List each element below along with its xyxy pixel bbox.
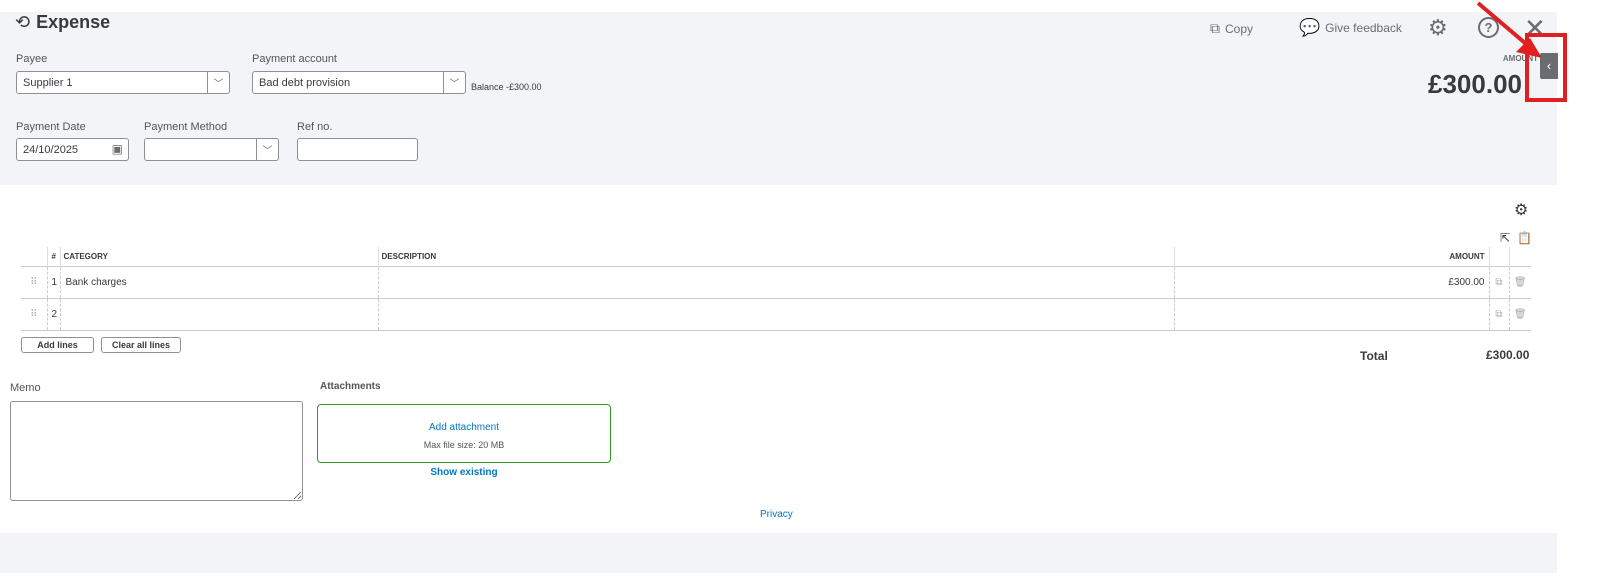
- memo-textarea[interactable]: [10, 401, 303, 501]
- show-existing-link[interactable]: Show existing: [317, 467, 611, 478]
- annotation-arrow-icon: [1476, 1, 1567, 102]
- table-settings-gear-icon[interactable]: ⚙: [1514, 200, 1528, 220]
- payment-account-select[interactable]: Bad debt provision ﹀: [252, 71, 466, 94]
- copy-button[interactable]: ⧉ Copy: [1210, 20, 1253, 37]
- paste-icon[interactable]: 📋: [1517, 231, 1532, 245]
- page-title: ⟲ Expense: [15, 12, 111, 33]
- add-lines-button[interactable]: Add lines: [21, 337, 94, 353]
- chevron-down-icon: ﹀: [207, 72, 229, 93]
- payment-date-label: Payment Date: [16, 121, 86, 133]
- chevron-down-icon: ﹀: [256, 139, 278, 160]
- attachments-label: Attachments: [320, 381, 381, 392]
- col-header-description: DESCRIPTION: [377, 247, 1174, 266]
- col-header-category: CATEGORY: [59, 247, 378, 266]
- drag-handle-icon[interactable]: ⠿: [21, 266, 47, 298]
- payment-account-label: Payment account: [252, 53, 337, 65]
- table-row[interactable]: ⠿ 2 ⧉ 🗑: [21, 298, 1531, 330]
- total-label: Total: [1360, 349, 1388, 363]
- payment-method-select[interactable]: ﹀: [144, 138, 279, 161]
- calendar-icon[interactable]: ▣: [112, 142, 123, 156]
- give-feedback-button[interactable]: 💬 Give feedback: [1299, 18, 1402, 38]
- duplicate-icon[interactable]: ⧉: [1488, 266, 1509, 298]
- payee-select[interactable]: Supplier 1 ﹀: [16, 71, 230, 94]
- col-header-num: #: [46, 247, 60, 266]
- amount-cell[interactable]: £300.00: [1173, 266, 1489, 298]
- trash-icon[interactable]: 🗑: [1508, 298, 1531, 330]
- ref-no-label: Ref no.: [297, 121, 333, 133]
- footer-bar: [0, 533, 1557, 573]
- attachment-dropzone[interactable]: Add attachment Max file size: 20 MB: [317, 404, 611, 463]
- copy-icon: ⧉: [1210, 20, 1220, 36]
- drag-handle-icon[interactable]: ⠿: [21, 298, 47, 330]
- settings-gear-icon[interactable]: ⚙: [1428, 15, 1448, 41]
- payment-method-label: Payment Method: [144, 121, 228, 133]
- table-row[interactable]: ⠿ 1 Bank charges £300.00 ⧉ 🗑: [21, 266, 1531, 298]
- col-header-amount: AMOUNT: [1173, 247, 1489, 266]
- total-value: £300.00: [1486, 348, 1530, 362]
- feedback-icon: 💬: [1299, 18, 1321, 37]
- max-file-size: Max file size: 20 MB: [423, 440, 505, 450]
- amount-cell[interactable]: [1173, 298, 1489, 330]
- ref-no-input[interactable]: [297, 138, 418, 161]
- category-cell[interactable]: Bank charges: [59, 266, 378, 298]
- chevron-down-icon: ﹀: [443, 72, 465, 93]
- export-icon[interactable]: ⇱: [1500, 231, 1510, 245]
- privacy-link[interactable]: Privacy: [760, 509, 793, 520]
- account-balance: Balance -£300.00: [471, 82, 542, 92]
- duplicate-icon[interactable]: ⧉: [1488, 298, 1509, 330]
- trash-icon[interactable]: 🗑: [1508, 266, 1531, 298]
- add-attachment-link[interactable]: Add attachment: [318, 422, 610, 433]
- clear-all-lines-button[interactable]: Clear all lines: [101, 337, 181, 353]
- category-cell[interactable]: [59, 298, 378, 330]
- memo-label: Memo: [10, 382, 41, 394]
- category-table: # CATEGORY DESCRIPTION AMOUNT ⠿ 1 Bank c…: [21, 247, 1531, 331]
- payee-label: Payee: [16, 53, 48, 65]
- description-cell[interactable]: [377, 298, 1174, 330]
- history-icon[interactable]: ⟲: [15, 12, 30, 33]
- payment-date-input[interactable]: 24/10/2025 ▣: [16, 138, 129, 161]
- description-cell[interactable]: [377, 266, 1174, 298]
